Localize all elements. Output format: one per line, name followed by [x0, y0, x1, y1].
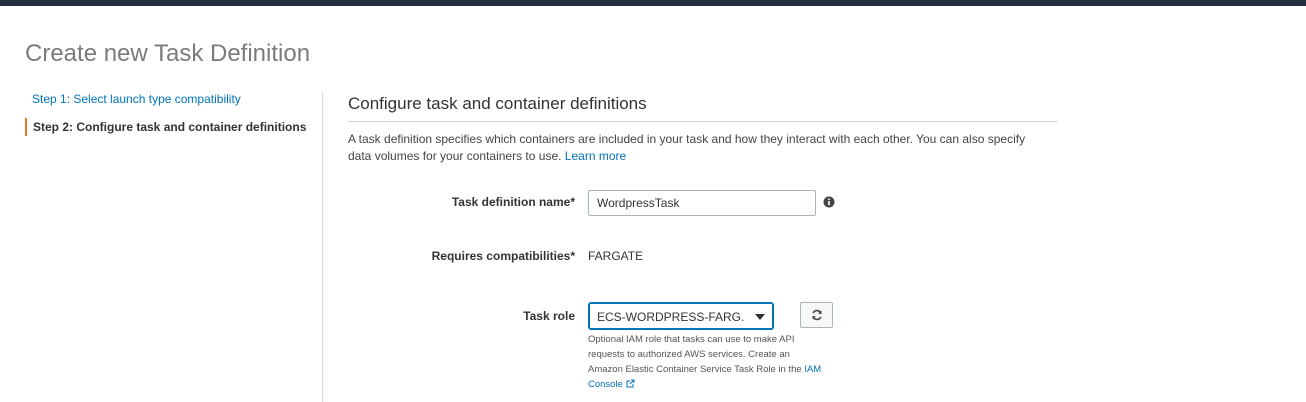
refresh-roles-button[interactable] — [800, 302, 833, 328]
external-link-icon — [626, 378, 635, 393]
chevron-down-icon — [755, 314, 765, 320]
refresh-icon — [812, 309, 822, 321]
info-icon[interactable] — [823, 195, 835, 208]
task-role-help-text: Optional IAM role that tasks can use to … — [588, 332, 823, 393]
section-divider — [348, 121, 1057, 122]
page-title: Create new Task Definition — [25, 40, 311, 67]
task-role-select[interactable]: ECS-WORDPRESS-FARG... — [588, 302, 774, 330]
step-1-link[interactable]: Step 1: Select launch type compatibility — [32, 92, 241, 106]
task-role-help: Optional IAM role that tasks can use to … — [588, 334, 802, 375]
section-description: A task definition specifies which contai… — [348, 131, 1048, 165]
task-definition-name-label: Task definition name* — [451, 195, 575, 209]
top-navigation-bar — [0, 0, 1306, 6]
task-role-label: Task role — [523, 309, 575, 323]
step-2-current: Step 2: Configure task and container def… — [25, 118, 306, 136]
section-title: Configure task and container definitions — [348, 94, 647, 113]
description-text: A task definition specifies which contai… — [348, 132, 1026, 163]
requires-compatibilities-label: Requires compatibilities* — [431, 249, 575, 263]
requires-compatibilities-value: FARGATE — [588, 249, 644, 263]
vertical-divider — [322, 92, 323, 402]
learn-more-link[interactable]: Learn more — [565, 149, 626, 163]
task-role-selected-value: ECS-WORDPRESS-FARG... — [597, 310, 745, 324]
task-definition-name-input[interactable] — [588, 190, 816, 216]
